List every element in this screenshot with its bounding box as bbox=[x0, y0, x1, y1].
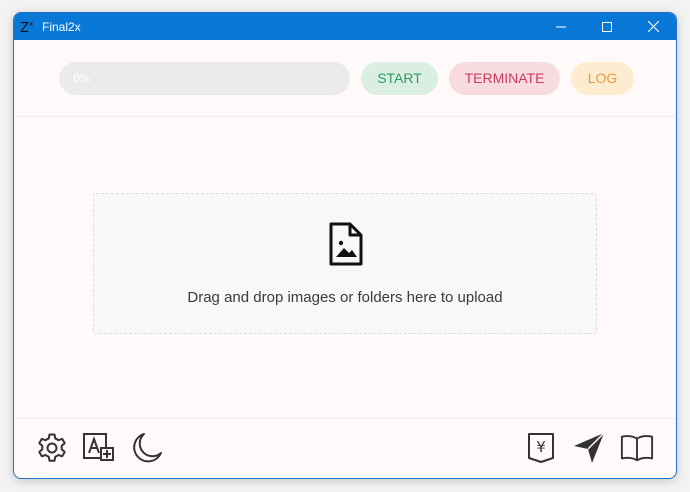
moon-icon[interactable] bbox=[130, 431, 164, 465]
dropzone-text: Drag and drop images or folders here to … bbox=[187, 289, 503, 306]
start-button[interactable]: START bbox=[361, 61, 438, 95]
translate-icon[interactable] bbox=[82, 431, 116, 465]
yen-bookmark-icon[interactable]: ¥ bbox=[524, 431, 558, 465]
progress-label: 0% bbox=[73, 71, 91, 85]
gear-icon[interactable] bbox=[35, 431, 69, 465]
svg-text:¥: ¥ bbox=[536, 438, 546, 456]
close-button[interactable] bbox=[630, 13, 676, 40]
window-controls bbox=[538, 13, 676, 40]
progress-bar: 0% bbox=[59, 61, 350, 95]
book-icon[interactable] bbox=[620, 431, 654, 465]
log-button[interactable]: LOG bbox=[571, 61, 634, 95]
terminate-button[interactable]: TERMINATE bbox=[449, 61, 560, 95]
send-icon[interactable] bbox=[572, 431, 606, 465]
file-image-icon bbox=[328, 222, 364, 270]
close-icon bbox=[647, 21, 659, 32]
minimize-button[interactable] bbox=[538, 13, 584, 40]
minimize-icon bbox=[556, 26, 566, 27]
app-logo-icon: Z x bbox=[20, 19, 36, 35]
svg-text:Z: Z bbox=[20, 21, 29, 35]
maximize-icon bbox=[602, 21, 612, 32]
svg-text:x: x bbox=[29, 20, 33, 28]
title-bar[interactable]: Z x Final2x bbox=[14, 13, 676, 40]
upload-dropzone[interactable]: Drag and drop images or folders here to … bbox=[93, 193, 597, 334]
window-title: Final2x bbox=[42, 19, 81, 34]
toolbar: 0% START TERMINATE LOG bbox=[14, 40, 676, 117]
footer-bar: ¥ bbox=[14, 418, 676, 478]
maximize-button[interactable] bbox=[584, 13, 630, 40]
app-window: Z x Final2x 0% START TERMINATE LOG Drag … bbox=[13, 12, 677, 479]
